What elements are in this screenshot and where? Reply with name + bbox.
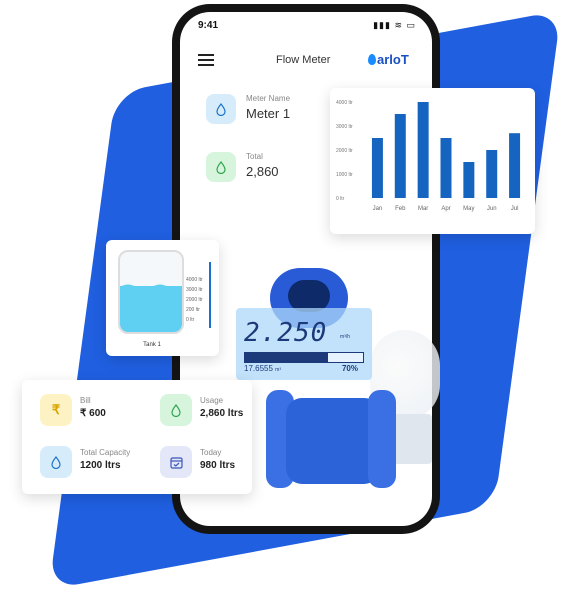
y-tick-label: 4000 ltr: [336, 100, 353, 106]
tank-label: Tank 1: [143, 342, 161, 348]
status-time: 9:41: [198, 20, 219, 31]
rupee-icon: ₹: [40, 394, 72, 426]
capacity-label: Total Capacity: [80, 448, 131, 457]
tank-scale-label: 200 ltr: [186, 307, 200, 313]
usage-value: 2,860 ltrs: [200, 408, 244, 419]
tank-scale-label: 2000 ltr: [186, 297, 203, 303]
meter-name-label: Meter Name: [246, 94, 291, 103]
today-value: 980 ltrs: [200, 460, 236, 471]
water-drop-icon: [206, 152, 236, 182]
flow-percent: 70%: [341, 364, 358, 373]
meter-total-reading: 17.6555 m³: [244, 364, 281, 373]
capacity-value: 1200 ltrs: [80, 460, 121, 471]
water-drop-icon: [40, 446, 72, 478]
x-tick-label: Apr: [441, 206, 450, 212]
y-tick-label: 3000 ltr: [336, 124, 353, 130]
total-value: 2,860: [246, 164, 279, 179]
water-drop-icon: [206, 94, 236, 124]
monthly-usage-chart-card: 4000 ltr 3000 ltr 2000 ltr 1000 ltr 0 ltr Jan…: [330, 88, 535, 234]
tank-card: 4000 ltr 3000 ltr 2000 ltr 200 ltr 0 ltr…: [106, 240, 219, 356]
tank-water-level: [120, 284, 182, 332]
app-title: Flow Meter: [276, 54, 331, 66]
x-tick-label: Mar: [418, 206, 428, 212]
x-tick-label: Jan: [373, 206, 383, 212]
x-tick-label: May: [463, 206, 474, 212]
meter-display: 2.250 m³/h 17.6555 m³ 70%: [236, 308, 372, 380]
calendar-icon: [160, 446, 192, 478]
x-tick-label: Jul: [511, 206, 519, 212]
usage-label: Usage: [200, 396, 224, 405]
bill-label: Bill: [80, 396, 91, 405]
flow-reading: 2.250: [244, 318, 328, 348]
bar-may: [463, 162, 475, 198]
y-tick-label: 2000 ltr: [336, 148, 353, 154]
y-tick-label: 1000 ltr: [336, 172, 353, 178]
y-tick-label: 0 ltr: [336, 196, 345, 202]
summary-card: ₹ Bill ₹ 600 Usage 2,860 ltrs Total Capa…: [22, 380, 252, 494]
water-drop-icon: [160, 394, 192, 426]
brand-logo: arloT: [368, 52, 409, 67]
bar-apr: [440, 138, 452, 198]
tank-scale-label: 4000 ltr: [186, 277, 203, 283]
today-label: Today: [200, 448, 222, 457]
status-icons: ▮▮▮ ≋ ▭: [373, 20, 416, 30]
bar-jun: [486, 150, 498, 198]
bar-jan: [371, 138, 383, 198]
flow-progress-bar: [244, 352, 364, 363]
tank-level-indicator: [209, 262, 211, 328]
tank-scale: 4000 ltr 3000 ltr 2000 ltr 200 ltr 0 ltr: [186, 275, 203, 325]
meter-name-value: Meter 1: [246, 106, 291, 121]
flow-progress-fill: [245, 353, 328, 362]
flow-meter-pipe: [250, 380, 432, 490]
bar-mar: [417, 102, 429, 198]
x-tick-label: Jun: [487, 206, 497, 212]
monthly-usage-chart: 4000 ltr 3000 ltr 2000 ltr 1000 ltr 0 ltr Jan…: [336, 100, 521, 212]
tank-scale-label: 0 ltr: [186, 317, 195, 323]
bill-value: ₹ 600: [80, 408, 106, 419]
x-tick-label: Feb: [395, 206, 406, 212]
hamburger-menu-icon[interactable]: [198, 54, 214, 66]
total-label: Total: [246, 152, 263, 161]
flow-unit: m³/h: [340, 334, 350, 340]
bar-feb: [394, 114, 406, 198]
tank-graphic: [118, 250, 184, 334]
bar-jul: [509, 133, 521, 198]
tank-scale-label: 3000 ltr: [186, 287, 203, 293]
